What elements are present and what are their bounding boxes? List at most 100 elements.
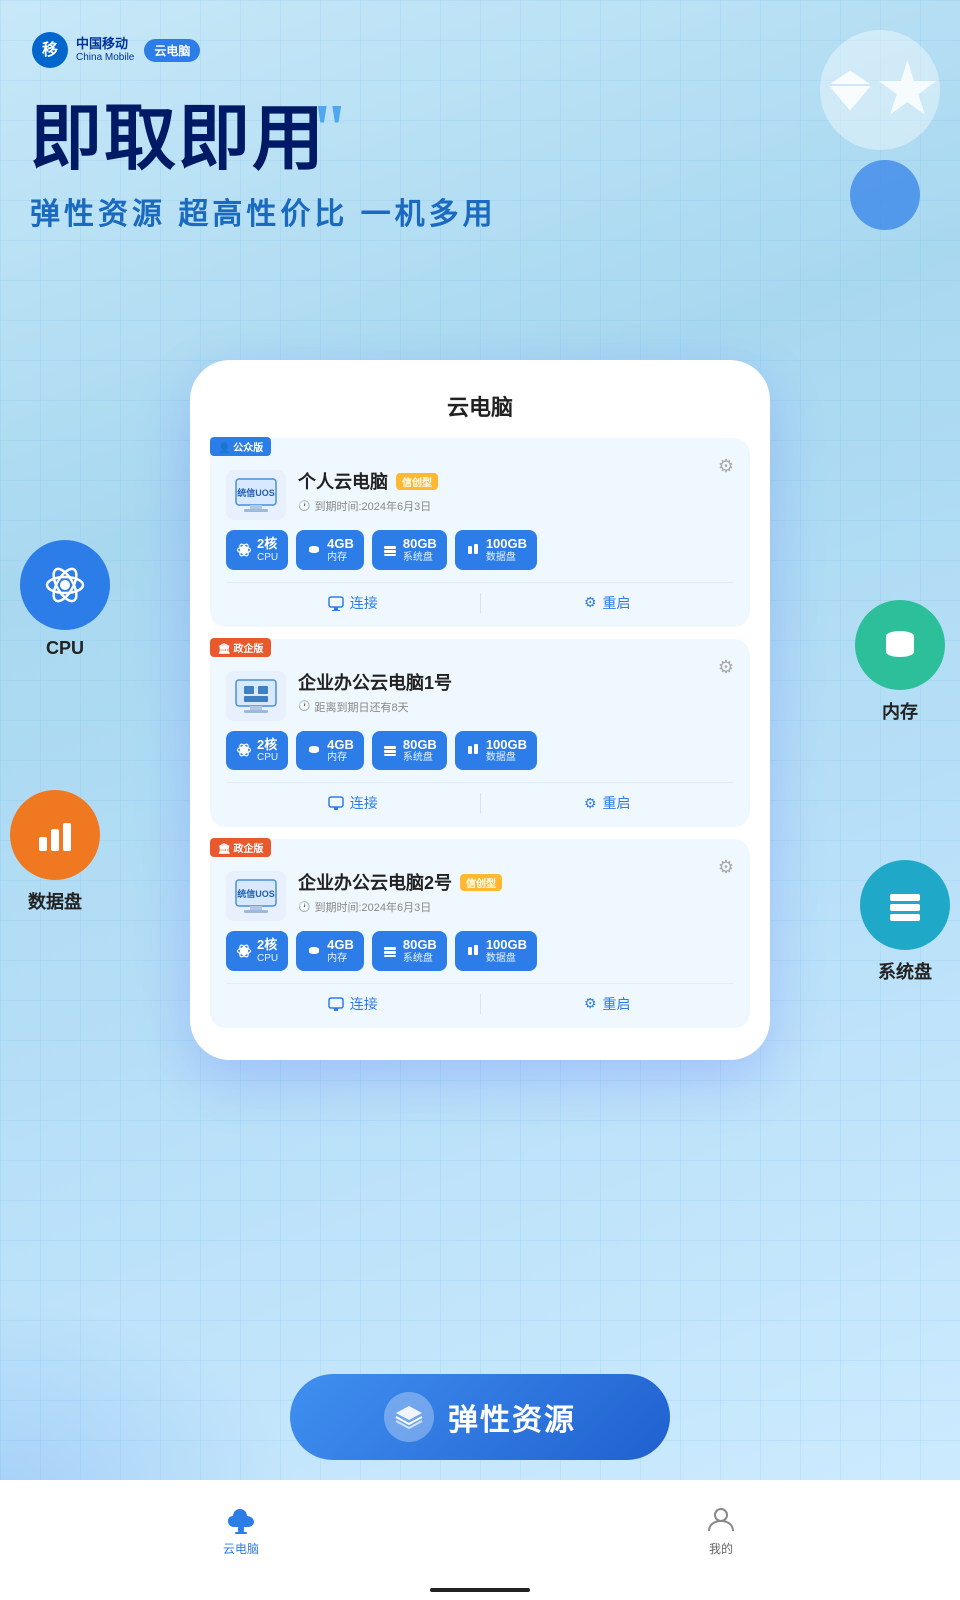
header: 移 中国移动 China Mobile 云电脑 (30, 30, 200, 70)
cpu-spec-icon (236, 542, 252, 558)
cpu-circle (20, 540, 110, 630)
monitor-ent1 (234, 678, 278, 714)
logo-area: 移 中国移动 China Mobile (30, 30, 134, 70)
svg-text:统信UOS: 统信UOS (237, 888, 275, 899)
specs-row-ent2: 2核 CPU 4GB 内存 (226, 931, 734, 971)
badge-gov1: 🏛 政企版 (210, 638, 271, 657)
spec-data-ent2: 100GB 数据盘 (455, 931, 537, 971)
card-img-personal: 统信UOS (226, 470, 286, 520)
cta-icon (384, 1392, 434, 1442)
spec-cpu-personal: 2核 CPU (226, 530, 288, 570)
restart-btn-ent2[interactable]: ⚙ 重启 (481, 994, 735, 1014)
card-name-ent2: 企业办公云电脑2号 信创型 (298, 869, 734, 895)
svg-text:移: 移 (42, 40, 58, 59)
storage-circle (860, 860, 950, 950)
spec-mem-personal: 4GB 内存 (296, 530, 364, 570)
spec-sys-ent2: 80GB 系统盘 (372, 931, 447, 971)
bottom-nav: 云电脑 我的 (0, 1480, 960, 1600)
settings-icon-ent1[interactable]: ⚙ (718, 657, 734, 678)
info-tag-personal: 信创型 (396, 473, 438, 490)
spec-cpu-ent2: 2核 CPU (226, 931, 288, 971)
specs-row-personal: 2核 CPU 4GB 内存 (226, 530, 734, 570)
bottom-cta[interactable]: 弹性资源 (290, 1374, 670, 1460)
china-mobile-logo: 移 (30, 30, 70, 70)
badge-gov2: 🏛 政企版 (210, 838, 271, 857)
brand-en: China Mobile (76, 52, 134, 63)
nav-indicator (430, 1588, 530, 1592)
quote-mark: " (310, 90, 349, 170)
brand-name: 中国移动 China Mobile (76, 37, 134, 62)
deco-wave (0, 1300, 300, 1500)
badge-public: 👤 公众版 (210, 437, 271, 456)
cpu-label: CPU (46, 638, 84, 659)
card-personal: 👤 公众版 统信UOS 个人云电脑 信创型 🕐 到期时间:202 (210, 438, 750, 627)
restart-btn-ent1[interactable]: ⚙ 重启 (481, 793, 735, 813)
svg-text:统信UOS: 统信UOS (237, 487, 275, 498)
card-img-ent2: 统信UOS (226, 871, 286, 921)
card-header-ent1: 企业办公云电脑1号 🕐 距离到期日还有8天 ⚙ (226, 661, 734, 721)
hero-title: 即取即用 (30, 100, 326, 179)
connect-btn-ent2[interactable]: 连接 (226, 994, 480, 1014)
card-header-personal: 统信UOS 个人云电脑 信创型 🕐 到期时间:2024年6月3日 ⚙ (226, 460, 734, 520)
card-img-ent1 (226, 671, 286, 721)
float-memory-widget: 内存 (855, 600, 945, 724)
card-enterprise1: 🏛 政企版 企业办公云电脑1号 🕐 距 (210, 639, 750, 828)
tag-cloud: 云电脑 (144, 39, 200, 62)
atom-icon (42, 562, 88, 608)
float-cpu-widget: CPU (20, 540, 110, 659)
hero-section: 即取即用 " 弹性资源 超高性价比 一机多用 (30, 100, 930, 233)
monitor-personal: 统信UOS (234, 477, 278, 513)
memory-label: 内存 (882, 698, 918, 724)
database-icon (878, 623, 922, 667)
specs-row-ent1: 2核 CPU 4GB 内存 (226, 731, 734, 771)
connect-btn-personal[interactable]: 连接 (226, 593, 480, 613)
card-enterprise2: 🏛 政企版 统信UOS 企业办公云电脑2号 信创型 🕐 到期时间 (210, 839, 750, 1028)
phone-mockup: 云电脑 👤 公众版 统信UOS 个人云电脑 信创型 (190, 360, 770, 1060)
card-info-ent1: 企业办公云电脑1号 🕐 距离到期日还有8天 (298, 669, 734, 715)
data-circle (10, 790, 100, 880)
nav-label-cloud: 云电脑 (223, 1540, 259, 1557)
brand-cn: 中国移动 (76, 37, 134, 51)
card-name-ent1: 企业办公云电脑1号 (298, 669, 734, 695)
spec-sys-ent1: 80GB 系统盘 (372, 731, 447, 771)
card-info-ent2: 企业办公云电脑2号 信创型 🕐 到期时间:2024年6月3日 (298, 869, 734, 915)
float-storage-widget: 系统盘 (860, 860, 950, 984)
hero-subtitle: 弹性资源 超高性价比 一机多用 (30, 189, 930, 233)
monitor-ent2: 统信UOS (234, 878, 278, 914)
expire-ent1: 🕐 距离到期日还有8天 (298, 699, 734, 715)
data-spec-icon (465, 542, 481, 558)
phone-title: 云电脑 (210, 390, 750, 422)
spec-data-ent1: 100GB 数据盘 (455, 731, 537, 771)
person-icon: 👤 (218, 443, 230, 454)
nav-label-profile: 我的 (709, 1540, 733, 1557)
layers-icon (394, 1402, 424, 1432)
storage-icon (883, 883, 927, 927)
spec-mem-ent1: 4GB 内存 (296, 731, 364, 771)
spec-cpu-ent1: 2核 CPU (226, 731, 288, 771)
card-actions-ent2: 连接 ⚙ 重启 (226, 983, 734, 1014)
storage-label: 系统盘 (878, 958, 932, 984)
settings-icon-ent2[interactable]: ⚙ (718, 857, 734, 878)
cloud-nav-icon (225, 1504, 257, 1536)
float-data-widget: 数据盘 (10, 790, 100, 914)
card-header-ent2: 统信UOS 企业办公云电脑2号 信创型 🕐 到期时间:2024年6月3日 ⚙ (226, 861, 734, 921)
card-actions-personal: 连接 ⚙ 重启 (226, 582, 734, 613)
sys-spec-icon (382, 542, 398, 558)
spec-data-personal: 100GB 数据盘 (455, 530, 537, 570)
spec-sys-personal: 80GB 系统盘 (372, 530, 447, 570)
spec-text-cpu-p: 2核 CPU (257, 536, 278, 564)
card-name-personal: 个人云电脑 信创型 (298, 468, 734, 494)
spec-mem-ent2: 4GB 内存 (296, 931, 364, 971)
connect-btn-ent1[interactable]: 连接 (226, 793, 480, 813)
card-info-personal: 个人云电脑 信创型 🕐 到期时间:2024年6月3日 (298, 468, 734, 514)
data-label: 数据盘 (28, 888, 82, 914)
info-tag-ent2: 信创型 (460, 874, 502, 891)
cta-text: 弹性资源 (448, 1395, 576, 1439)
restart-btn-personal[interactable]: ⚙ 重启 (481, 593, 735, 613)
settings-icon-personal[interactable]: ⚙ (718, 456, 734, 477)
memory-circle (855, 600, 945, 690)
nav-item-cloud[interactable]: 云电脑 (223, 1504, 259, 1557)
profile-nav-icon (705, 1504, 737, 1536)
nav-item-profile[interactable]: 我的 (705, 1504, 737, 1557)
chart-icon (33, 813, 77, 857)
